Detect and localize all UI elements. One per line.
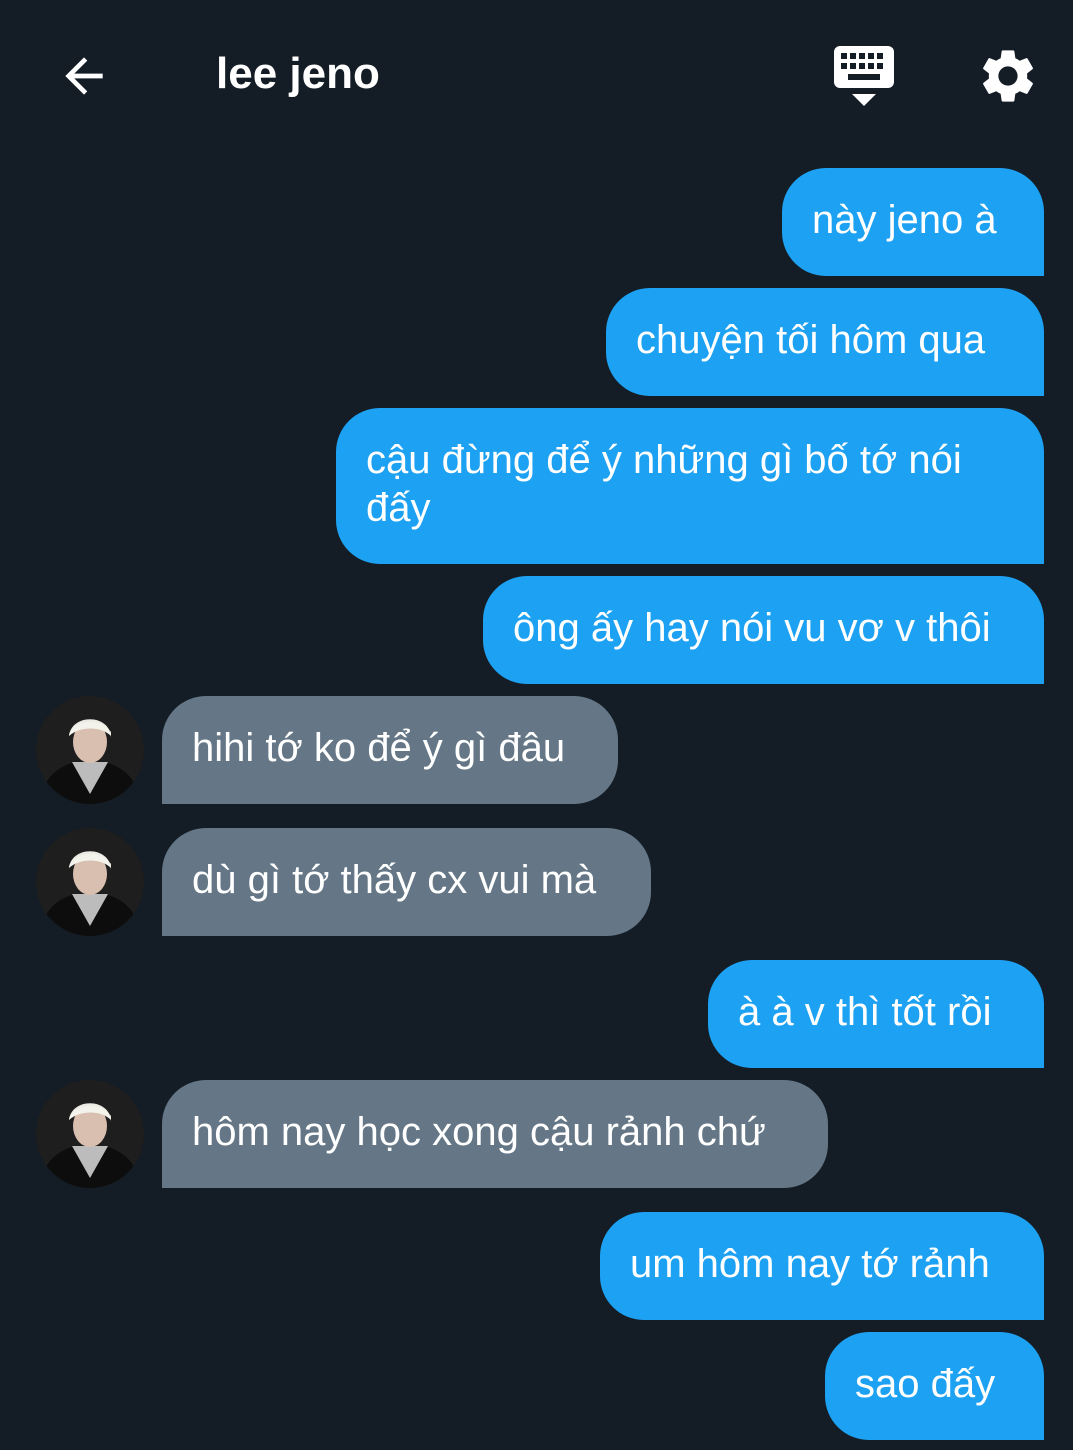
profile-photo [36, 828, 144, 936]
avatar[interactable] [36, 1080, 144, 1188]
arrow-left-icon [65, 57, 103, 95]
keyboard-button[interactable] [828, 40, 900, 112]
back-button[interactable] [48, 40, 120, 112]
avatar[interactable] [36, 696, 144, 804]
settings-button[interactable] [972, 40, 1044, 112]
keyboard-icon [834, 46, 894, 106]
message-text: à à v thì tốt rồi [738, 990, 992, 1034]
message-sent[interactable]: um hôm nay tớ rảnh [600, 1212, 1044, 1320]
message-sent[interactable]: này jeno à [782, 168, 1044, 276]
profile-photo [36, 696, 144, 804]
gear-icon [983, 50, 1033, 102]
message-received[interactable]: hôm nay học xong cậu rảnh chứ [162, 1080, 828, 1188]
message-received[interactable]: dù gì tớ thấy cx vui mà [162, 828, 651, 936]
message-text: sao đấy [855, 1362, 996, 1406]
message-text: dù gì tớ thấy cx vui mà [192, 858, 597, 902]
message-sent[interactable]: à à v thì tốt rồi [708, 960, 1044, 1068]
message-text: hôm nay học xong cậu rảnh chứ [192, 1110, 766, 1154]
chat-header: lee jeno [0, 0, 1073, 150]
message-text: um hôm nay tớ rảnh [630, 1242, 990, 1286]
message-sent[interactable]: ông ấy hay nói vu vơ v thôi [483, 576, 1044, 684]
message-sent[interactable]: cậu đừng để ý những gì bố tớ nói đấy [336, 408, 1044, 564]
message-text: chuyện tối hôm qua [636, 318, 986, 362]
message-sent[interactable]: sao đấy [825, 1332, 1044, 1440]
message-text: ông ấy hay nói vu vơ v thôi [513, 606, 991, 650]
message-text: này jeno à [812, 198, 997, 242]
message-text: cậu đừng để ý những gì bố tớ nói đấy [366, 438, 962, 530]
avatar[interactable] [36, 828, 144, 936]
message-text: hihi tớ ko để ý gì đâu [192, 726, 566, 770]
profile-photo [36, 1080, 144, 1188]
conversation-title: lee jeno [216, 49, 380, 98]
message-sent[interactable]: chuyện tối hôm qua [606, 288, 1044, 396]
message-received[interactable]: hihi tớ ko để ý gì đâu [162, 696, 618, 804]
